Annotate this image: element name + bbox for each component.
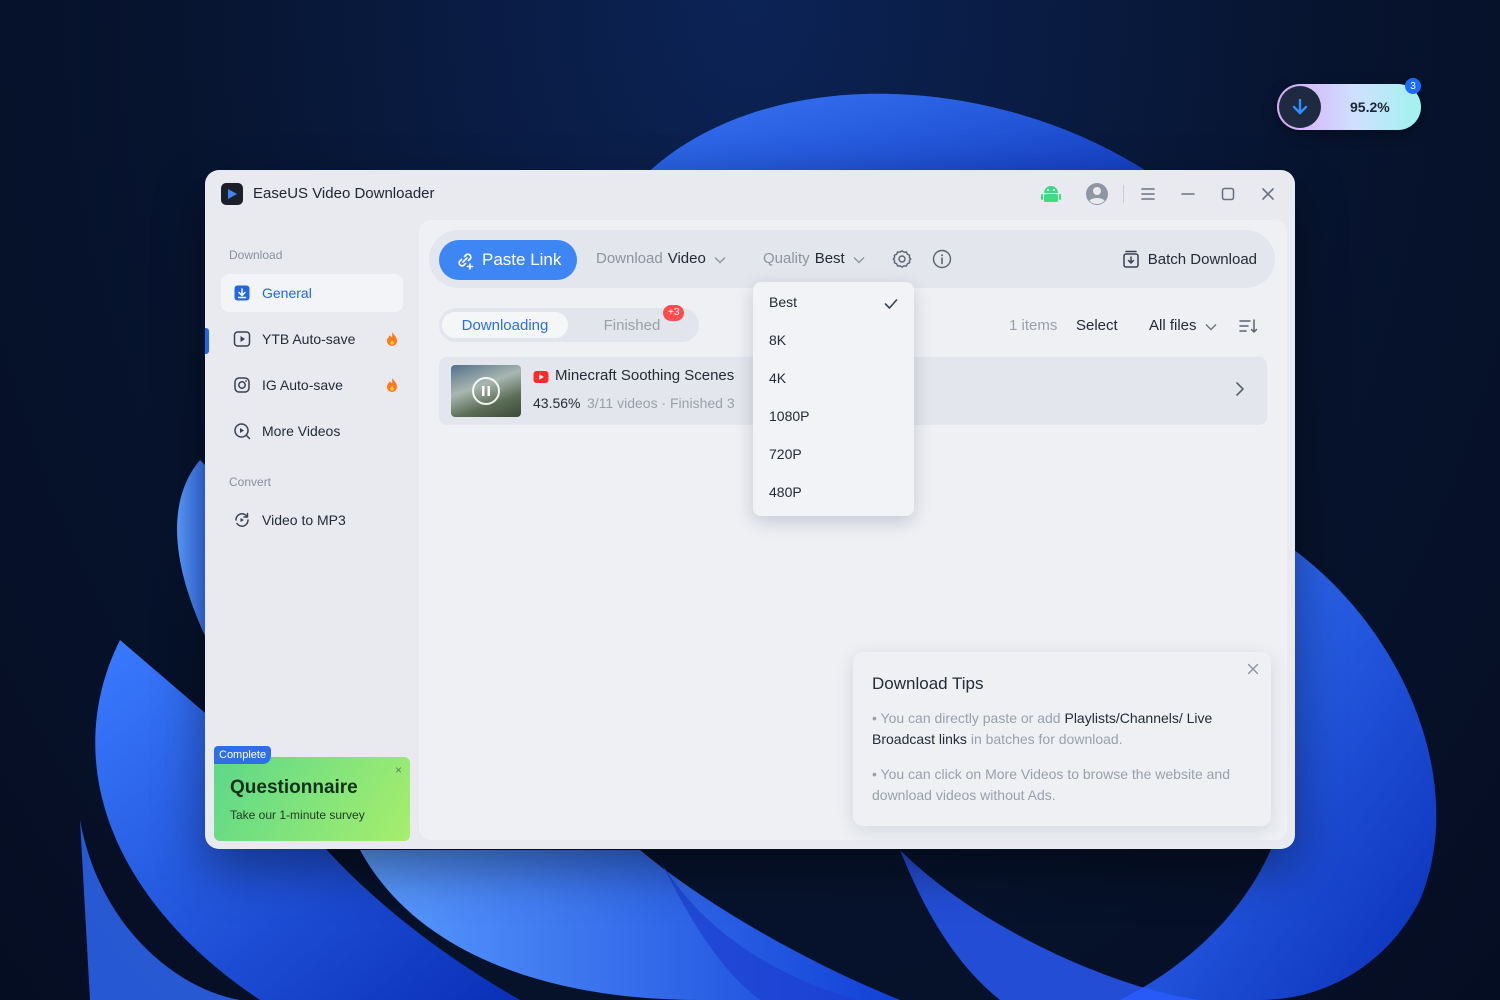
minimize-icon[interactable] (1176, 182, 1200, 206)
checkmark-icon (884, 297, 898, 315)
sidebar-item-label: IG Auto-save (262, 377, 343, 393)
batch-download-label: Batch Download (1147, 250, 1257, 268)
paste-link-label: Paste Link (482, 250, 562, 269)
app-title: EaseUS Video Downloader (253, 185, 435, 202)
download-progress: 43.56% (533, 395, 581, 411)
close-icon[interactable] (1256, 182, 1280, 206)
sidebar-item-more-videos[interactable]: More Videos (221, 412, 403, 450)
quality-select[interactable]: Quality Best (763, 250, 865, 268)
info-icon[interactable] (931, 248, 953, 270)
youtube-icon (533, 371, 549, 383)
download-meta: 3/11 videos · Finished 3 (587, 395, 735, 411)
questionnaire-card[interactable]: Questionnaire Take our 1-minute survey × (214, 757, 410, 841)
link-add-icon (455, 250, 475, 270)
settings-gear-icon[interactable] (891, 248, 913, 270)
download-box-icon (233, 284, 251, 302)
pause-icon[interactable] (472, 377, 500, 405)
convert-icon (233, 511, 251, 529)
quality-option-720p[interactable]: 720P (769, 446, 802, 462)
chevron-right-icon[interactable] (1235, 381, 1245, 402)
maximize-icon[interactable] (1216, 182, 1240, 206)
quality-option-4k[interactable]: 4K (769, 370, 786, 386)
item-count: 1 items (1009, 317, 1058, 334)
file-filter-value: All files (1149, 317, 1197, 334)
play-box-icon (233, 330, 251, 348)
tip-text: You can click on More Videos to browse t… (872, 766, 1230, 803)
title-bar: EaseUS Video Downloader (205, 170, 1295, 218)
sidebar-item-ig-auto-save[interactable]: IG Auto-save (221, 366, 403, 404)
sidebar-section-download: Download (229, 248, 283, 262)
tip-item: • You can directly paste or add Playlist… (872, 710, 1213, 747)
batch-download-button[interactable]: Batch Download (1122, 249, 1257, 269)
download-type-select[interactable]: Download Video (596, 250, 726, 268)
quality-dropdown-menu: Best 8K 4K 1080P 720P 480P (753, 282, 914, 516)
chevron-down-icon (714, 251, 726, 268)
quality-option-480p[interactable]: 480P (769, 484, 802, 500)
sidebar-item-video-to-mp3[interactable]: Video to MP3 (221, 501, 403, 539)
instagram-icon (233, 376, 251, 394)
sidebar-item-label: Video to MP3 (262, 512, 346, 528)
menu-icon[interactable] (1136, 182, 1160, 206)
close-icon[interactable] (1247, 662, 1259, 680)
tab-downloading[interactable]: Downloading (442, 312, 568, 338)
fire-icon (385, 331, 399, 350)
download-tips-card: Download Tips • You can directly paste o… (853, 652, 1271, 826)
batch-download-icon (1122, 249, 1140, 269)
select-button[interactable]: Select (1076, 317, 1118, 334)
tip-text: You can directly paste or add (880, 710, 1065, 726)
account-avatar-icon[interactable] (1085, 182, 1109, 206)
quality-value: Best (814, 250, 845, 267)
paste-link-button[interactable]: Paste Link (439, 240, 577, 280)
sidebar-item-label: More Videos (262, 423, 341, 439)
android-icon[interactable] (1039, 182, 1063, 206)
file-filter-select[interactable]: All files (1149, 317, 1217, 335)
questionnaire-title: Questionnaire (230, 777, 358, 798)
questionnaire-subtitle: Take our 1-minute survey (230, 808, 365, 822)
fire-icon (385, 377, 399, 396)
finished-count-badge: +3 (663, 305, 685, 321)
download-type-label: Download (596, 250, 663, 267)
tips-title: Download Tips (872, 674, 984, 693)
download-title: Minecraft Soothing Scenes (555, 367, 735, 384)
sidebar-item-label: YTB Auto-save (262, 331, 356, 347)
questionnaire-complete-tag: Complete (214, 746, 272, 764)
download-progress-percent: 95.2% (1350, 99, 1390, 115)
questionnaire-close-icon[interactable]: × (395, 763, 402, 777)
sidebar-item-label: General (262, 285, 312, 301)
floating-download-widget[interactable]: 95.2% 3 (1277, 78, 1421, 130)
quality-option-best[interactable]: Best (769, 294, 797, 310)
sort-list-icon[interactable] (1237, 315, 1259, 337)
tip-text: in batches for download. (966, 731, 1123, 747)
chevron-down-icon (1205, 318, 1217, 335)
sidebar-item-general[interactable]: General (221, 274, 403, 312)
app-logo-icon (221, 183, 243, 205)
quality-label: Quality (763, 250, 810, 267)
video-thumbnail (451, 365, 521, 417)
sidebar-item-ytb-auto-save[interactable]: YTB Auto-save (221, 320, 403, 358)
quality-option-1080p[interactable]: 1080P (769, 408, 809, 424)
chevron-down-icon (853, 251, 865, 268)
active-indicator (205, 328, 209, 354)
download-type-value: Video (667, 250, 706, 267)
search-play-icon (233, 422, 251, 440)
download-arrow-icon (1279, 86, 1321, 128)
sidebar-section-convert: Convert (229, 475, 272, 489)
download-count-badge: 3 (1405, 78, 1421, 94)
download-tabs: Downloading Finished +3 (439, 305, 699, 342)
titlebar-divider (1123, 185, 1124, 203)
tip-item: • You can click on More Videos to browse… (872, 766, 1230, 803)
quality-option-8k[interactable]: 8K (769, 332, 786, 348)
toolbar: Paste Link Download Video Quality Best B… (429, 230, 1275, 288)
